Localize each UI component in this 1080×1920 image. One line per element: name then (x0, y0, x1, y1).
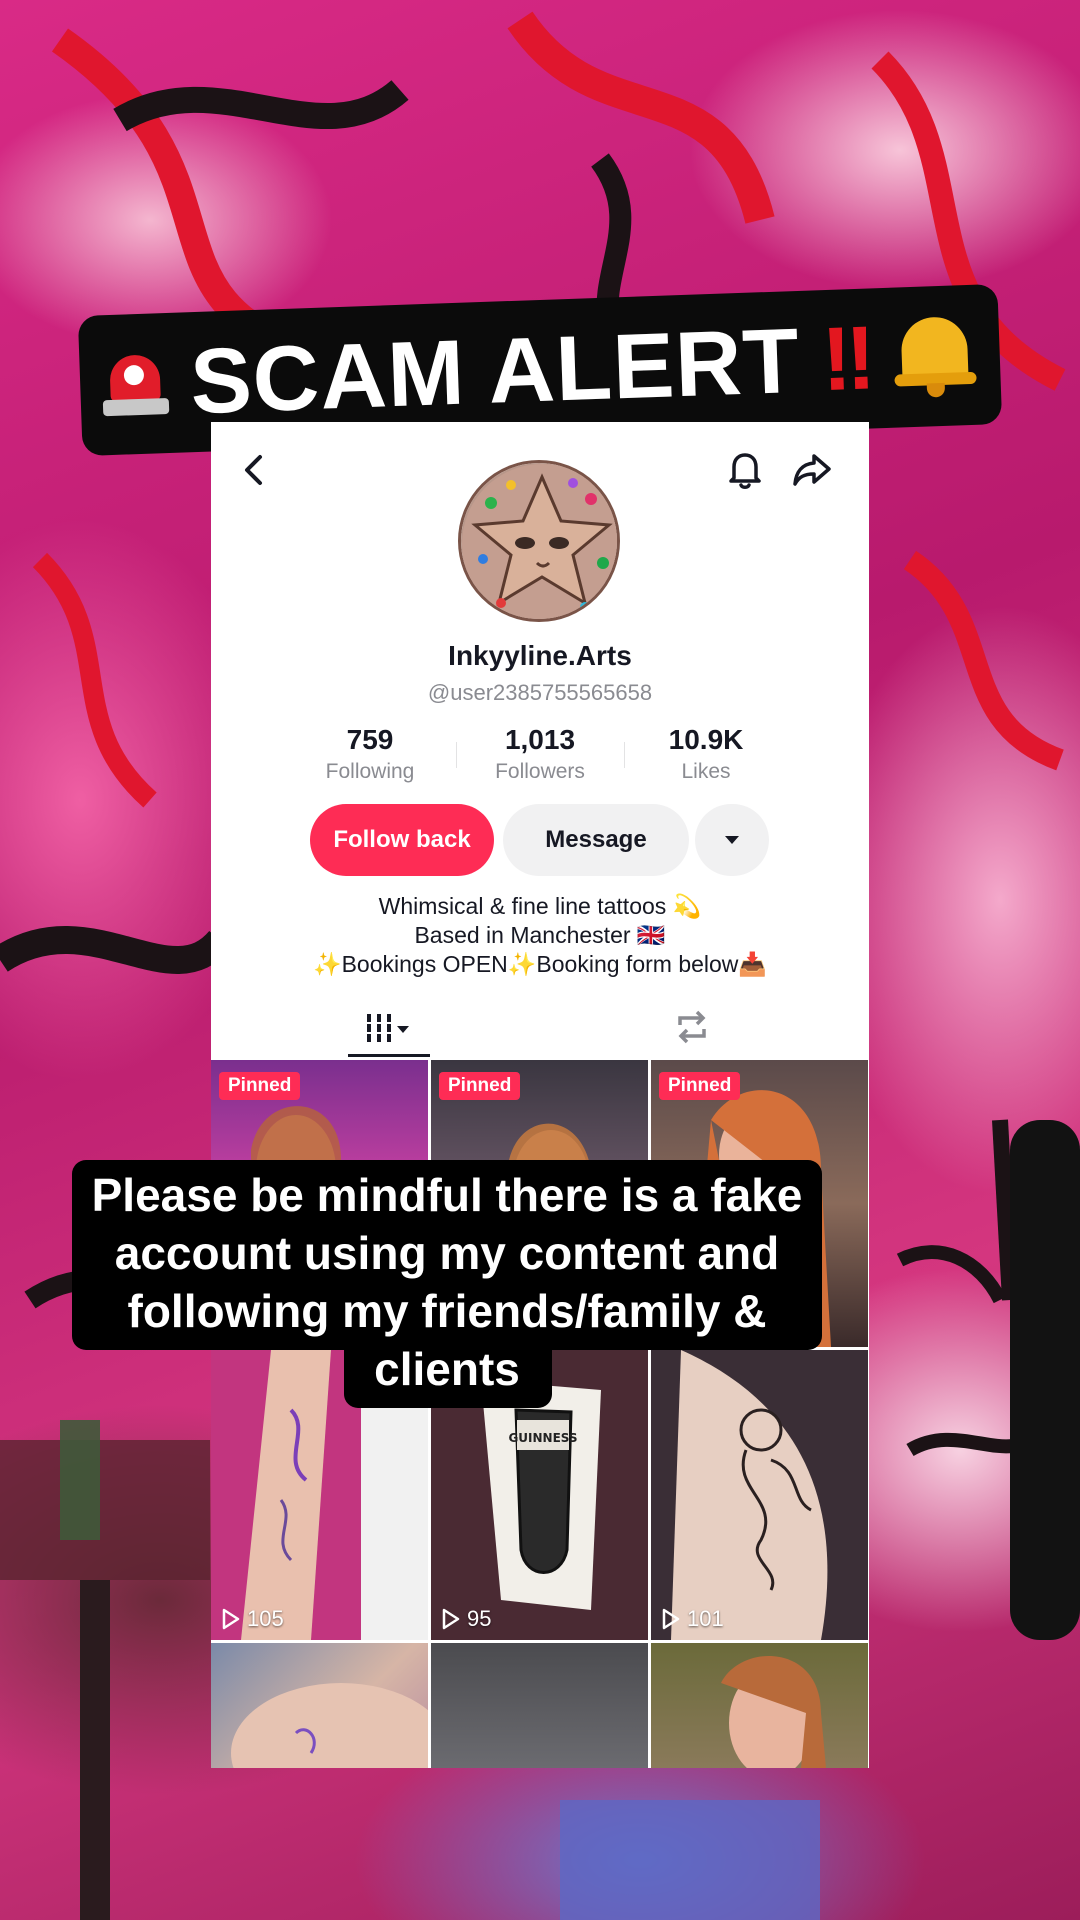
videos-grid-icon (367, 1014, 409, 1042)
caret-down-icon (725, 836, 739, 844)
bio-line: Whimsical & fine line tattoos 💫 (378, 893, 702, 919)
video-thumbnail[interactable] (651, 1643, 868, 1768)
bio: Whimsical & fine line tattoos 💫 Based in… (211, 892, 869, 979)
play-icon (442, 1608, 460, 1630)
bio-line: Based in Manchester 🇬🇧 (414, 922, 666, 948)
view-count-value: 105 (247, 1606, 284, 1631)
content-tabs (211, 998, 869, 1060)
view-count: 95 (441, 1606, 491, 1632)
tab-videos[interactable] (348, 998, 430, 1056)
stat-value: 759 (346, 724, 394, 755)
stat-following[interactable]: 759 Following (285, 724, 455, 784)
stat-value: 1,013 (504, 724, 576, 755)
notification-bell-icon[interactable] (721, 446, 769, 494)
active-tab-indicator (348, 1054, 430, 1057)
display-name: Inkyyline.Arts (448, 640, 632, 671)
avatar[interactable] (458, 460, 620, 622)
pinned-badge: Pinned (219, 1072, 301, 1100)
repost-icon (678, 1010, 706, 1044)
play-icon (222, 1608, 240, 1630)
stat-label: Followers (495, 760, 585, 783)
bio-line: ✨Bookings OPEN✨Booking form below📥 (312, 951, 768, 977)
tab-reposts[interactable] (651, 998, 733, 1056)
stat-likes[interactable]: 10.9K Likes (621, 724, 791, 784)
profile-stats: 759 Following 1,013 Followers 10.9K Like… (211, 724, 869, 784)
bell-emoji-icon (890, 312, 979, 401)
pinned-badge: Pinned (659, 1072, 741, 1100)
more-options-button[interactable] (695, 804, 769, 876)
view-count: 105 (221, 1606, 284, 1632)
back-icon[interactable] (231, 446, 279, 494)
caption-text: Please be mindful there is a fake accoun… (91, 1169, 803, 1395)
stat-followers[interactable]: 1,013 Followers (455, 724, 625, 784)
avatar-star-face-image (461, 463, 617, 619)
play-icon (662, 1608, 680, 1630)
profile-actions: Follow back Message (211, 804, 869, 876)
view-count-value: 95 (467, 1606, 492, 1631)
siren-icon (101, 348, 170, 420)
video-thumbnail[interactable] (431, 1643, 648, 1768)
video-thumbnail[interactable] (211, 1643, 428, 1768)
guinness-thumbnail-text: GUINNESS (508, 1431, 577, 1445)
username-handle: @user2385755565658 (427, 680, 653, 705)
double-exclamation-icon: !! (819, 308, 872, 410)
message-button[interactable]: Message (503, 804, 689, 876)
pinned-badge: Pinned (439, 1072, 521, 1100)
share-icon[interactable] (788, 446, 836, 494)
view-count: 101 (661, 1606, 724, 1632)
stat-value: 10.9K (668, 724, 744, 755)
view-count-value: 101 (687, 1606, 724, 1631)
profile-screenshot: Inkyyline.Arts @user2385755565658 759 Fo… (211, 422, 869, 1768)
banner-title: SCAM ALERT (188, 309, 802, 433)
stat-label: Likes (681, 760, 731, 783)
follow-back-button[interactable]: Follow back (310, 804, 494, 876)
stat-label: Following (325, 760, 415, 783)
